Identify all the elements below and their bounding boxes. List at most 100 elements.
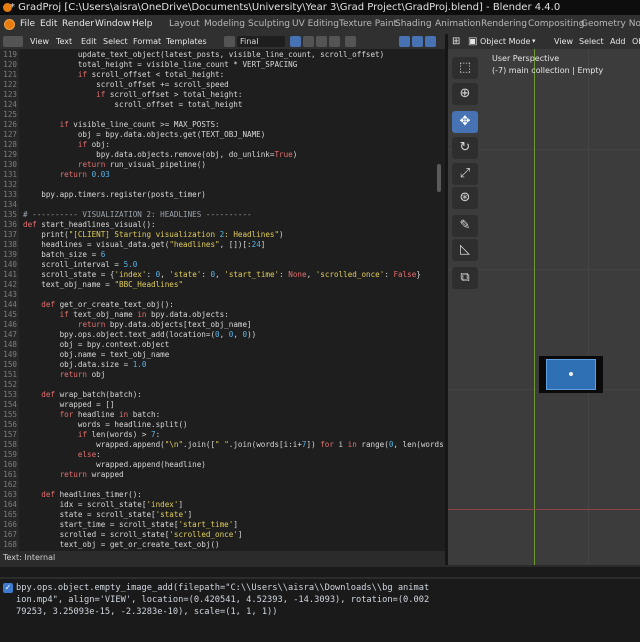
tab-texture-paint[interactable]: Texture Paint xyxy=(339,15,397,34)
code-text: state = scroll_state['state'] xyxy=(23,510,193,519)
line-number: 136 xyxy=(3,220,17,229)
line-number: 120 xyxy=(3,60,17,69)
scale-icon[interactable]: ⤢ xyxy=(452,163,478,185)
blender-menu-icon[interactable] xyxy=(4,19,15,30)
line-number: 154 xyxy=(3,400,17,409)
menu-edit[interactable]: Edit xyxy=(40,15,57,34)
editor-type-3d-icon[interactable]: ⊞ xyxy=(452,34,460,49)
line-number: 148 xyxy=(3,340,17,349)
duplicate-icon[interactable] xyxy=(303,36,314,47)
code-text: obj.data.size = 1.0 xyxy=(23,360,147,369)
line-number: 123 xyxy=(3,90,17,99)
tab-compositing[interactable]: Compositing xyxy=(528,15,584,34)
grid-line xyxy=(588,49,589,565)
tab-shading[interactable]: Shading xyxy=(395,15,432,34)
code-text: return wrapped xyxy=(59,470,124,479)
measure-icon[interactable]: ◺ xyxy=(452,239,478,261)
code-text: def start_headlines_visual(): xyxy=(23,220,156,229)
mode-dropdown[interactable]: Object Mode xyxy=(480,34,530,49)
word-wrap-toggle-icon[interactable] xyxy=(412,36,423,47)
viewport-title: User Perspective xyxy=(492,54,560,63)
line-number: 119 xyxy=(3,50,17,59)
annotate-icon[interactable]: ✎ xyxy=(452,215,478,237)
3d-viewport[interactable]: User Perspective (-7) main collection | … xyxy=(448,49,640,565)
code-text: headlines = visual_data.get("headlines",… xyxy=(23,240,266,249)
text-menu-edit[interactable]: Edit xyxy=(81,34,97,49)
tab-geometry-nodes[interactable]: Geometry Nodes xyxy=(581,15,640,34)
code-text: else: xyxy=(77,450,101,459)
menu-window[interactable]: Window xyxy=(95,15,131,34)
chevron-down-icon[interactable]: ▾ xyxy=(532,34,536,49)
vp-menu-object[interactable]: Ob xyxy=(632,34,640,49)
tab-uv-editing[interactable]: UV Editing xyxy=(292,15,339,34)
open-folder-icon[interactable] xyxy=(316,36,327,47)
line-number: 144 xyxy=(3,300,17,309)
editor-scrollbar[interactable] xyxy=(437,164,441,192)
empty-image-object[interactable] xyxy=(539,356,603,393)
text-datablock-icon[interactable] xyxy=(224,36,235,47)
code-text: wrapped.append(headline) xyxy=(23,460,206,469)
log-separator xyxy=(0,577,640,579)
transform-icon[interactable]: ⊛ xyxy=(452,187,478,209)
fake-user-shield-icon[interactable] xyxy=(290,36,301,47)
cursor-icon[interactable]: ⊕ xyxy=(452,83,478,105)
code-text: obj.name = text_obj_name xyxy=(23,350,170,359)
line-number: 131 xyxy=(3,170,17,179)
line-number: 130 xyxy=(3,160,17,169)
code-text: batch_size = 6 xyxy=(23,250,106,259)
operator-checkmark-icon: ✓ xyxy=(3,583,13,593)
menu-render[interactable]: Render xyxy=(62,15,94,34)
code-text: obj = bpy.context.object xyxy=(23,340,170,349)
y-axis-line xyxy=(534,49,535,565)
text-menu-text[interactable]: Text xyxy=(56,34,72,49)
menu-help[interactable]: Help xyxy=(132,15,153,34)
line-number: 167 xyxy=(3,530,17,539)
text-menu-templates[interactable]: Templates xyxy=(166,34,207,49)
text-menu-view[interactable]: View xyxy=(30,34,49,49)
viewport-subtitle: (-7) main collection | Empty xyxy=(492,66,604,75)
code-text: scroll_offset = total_height xyxy=(23,100,243,109)
syntax-highlight-toggle-icon[interactable] xyxy=(425,36,436,47)
text-name-field[interactable]: Final xyxy=(237,36,285,47)
text-menu-select[interactable]: Select xyxy=(103,34,128,49)
select-box-icon[interactable]: ⬚ xyxy=(452,57,478,79)
line-numbers-toggle-icon[interactable] xyxy=(399,36,410,47)
line-number: 149 xyxy=(3,350,17,359)
tab-animation[interactable]: Animation xyxy=(435,15,481,34)
window-title: * GradProj [C:\Users\aisra\OneDrive\Docu… xyxy=(10,2,561,13)
tab-sculpting[interactable]: Sculpting xyxy=(248,15,290,34)
tab-modeling[interactable]: Modeling xyxy=(204,15,245,34)
tab-layout[interactable]: Layout xyxy=(169,15,200,34)
code-text: if scroll_offset < total_height: xyxy=(77,70,225,79)
close-icon[interactable] xyxy=(329,36,340,47)
text-editor-status: Text: Internal xyxy=(0,551,445,565)
code-text: scroll_offset += scroll_speed xyxy=(23,80,229,89)
vp-menu-add[interactable]: Add xyxy=(610,34,626,49)
line-number: 133 xyxy=(3,190,17,199)
code-text: wrapped = [] xyxy=(23,400,115,409)
object-origin xyxy=(569,372,573,376)
line-number: 159 xyxy=(3,450,17,459)
menu-file[interactable]: File xyxy=(20,15,35,34)
code-text: words = headline.split() xyxy=(23,420,188,429)
code-text: total_height = visible_line_count * VERT… xyxy=(23,60,298,69)
code-text: scroll_state = {'index': 0, 'state': 0, … xyxy=(23,270,421,279)
vp-menu-view[interactable]: View xyxy=(554,34,573,49)
add-cube-icon[interactable]: ⧉ xyxy=(452,267,478,289)
code-editor[interactable]: 119 update_text_object(latest_posts, vis… xyxy=(0,49,445,551)
line-number: 128 xyxy=(3,140,17,149)
object-mode-icon[interactable]: ▣ xyxy=(468,34,477,49)
vp-menu-select[interactable]: Select xyxy=(579,34,604,49)
code-text: # ---------- VISUALIZATION 2: HEADLINES … xyxy=(23,210,252,219)
log-line: ion.mp4", align='VIEW', location=(0.4205… xyxy=(16,595,430,605)
move-icon[interactable]: ✥ xyxy=(452,111,478,133)
rotate-icon[interactable]: ↻ xyxy=(452,137,478,159)
text-menu-format[interactable]: Format xyxy=(133,34,161,49)
code-text: return bpy.data.objects[text_obj_name] xyxy=(77,320,252,329)
tab-rendering[interactable]: Rendering xyxy=(481,15,527,34)
line-number: 150 xyxy=(3,360,17,369)
editor-type-icon[interactable] xyxy=(3,36,23,47)
code-text: print("[CLIENT] Starting visualization 2… xyxy=(23,230,284,239)
code-text: return run_visual_pipeline() xyxy=(77,160,206,169)
run-script-icon[interactable] xyxy=(345,36,356,47)
